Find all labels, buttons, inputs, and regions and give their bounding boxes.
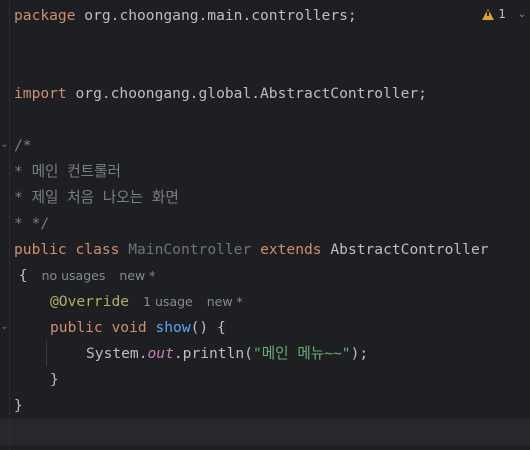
code-line-close-class: } bbox=[14, 397, 23, 414]
current-line-highlight bbox=[0, 419, 530, 445]
code-line-annotation: @Override 1 usage new * bbox=[50, 289, 243, 315]
chevron-down-icon[interactable]: ⌄ bbox=[518, 9, 526, 20]
fold-arrow-icon[interactable]: ⌄ bbox=[0, 139, 9, 151]
code-editor[interactable]: 1 ⌄ ⌄ ⌄ package org.choongang.main.contr… bbox=[0, 0, 530, 450]
warning-icon bbox=[482, 8, 495, 20]
keyword: void bbox=[111, 319, 147, 336]
code-line-println: System.out.println("메인 메뉴~~"); bbox=[86, 341, 368, 367]
method-name: show bbox=[155, 319, 191, 336]
code-line-import: import org.choongang.global.AbstractCont… bbox=[14, 81, 427, 107]
usages-hint[interactable]: no usages bbox=[42, 268, 106, 283]
keyword: import bbox=[14, 85, 67, 102]
package-name: org.choongang.main.controllers; bbox=[75, 7, 357, 24]
author-hint[interactable]: new * bbox=[119, 268, 155, 283]
code-line-close-method: } bbox=[50, 371, 59, 388]
code-line-brace: { no usages new * bbox=[10, 263, 156, 289]
code-line-package: package org.choongang.main.controllers; bbox=[14, 3, 357, 29]
brace: { bbox=[10, 267, 28, 284]
keyword: package bbox=[14, 7, 76, 24]
usages-hint[interactable]: 1 usage bbox=[143, 294, 193, 309]
class-name: MainController bbox=[128, 241, 252, 258]
gutter-divider bbox=[9, 0, 10, 450]
static-field: out bbox=[147, 345, 174, 362]
call-end: ); bbox=[350, 345, 369, 362]
code-comment: * */ bbox=[14, 215, 50, 232]
author-hint[interactable]: new * bbox=[207, 294, 243, 309]
keyword: class bbox=[75, 241, 120, 258]
inspection-widget[interactable]: 1 bbox=[482, 7, 506, 21]
code-comment: * 제일 처음 나오는 화면 bbox=[14, 189, 179, 206]
annotation: @Override bbox=[50, 293, 130, 310]
call-method: .println( bbox=[173, 345, 253, 362]
code-comment: /* bbox=[14, 137, 32, 154]
keyword: public bbox=[14, 241, 67, 258]
call-object: System. bbox=[86, 345, 148, 362]
indent-guide bbox=[46, 340, 47, 366]
fold-arrow-icon[interactable]: ⌄ bbox=[0, 321, 9, 333]
method-signature: () { bbox=[190, 319, 226, 336]
parent-class-name: AbstractController bbox=[330, 241, 489, 258]
code-line-method: public void show() { bbox=[50, 315, 226, 341]
string-literal: "메인 메뉴~~" bbox=[252, 345, 351, 362]
keyword: extends bbox=[260, 241, 322, 258]
warning-count: 1 bbox=[498, 7, 506, 21]
code-comment: * 메인 컨트롤러 bbox=[14, 163, 121, 180]
code-line-class-declaration: public class MainController extends Abst… bbox=[14, 237, 489, 263]
import-name: org.choongang.global.AbstractController; bbox=[66, 85, 427, 102]
keyword: public bbox=[50, 319, 103, 336]
